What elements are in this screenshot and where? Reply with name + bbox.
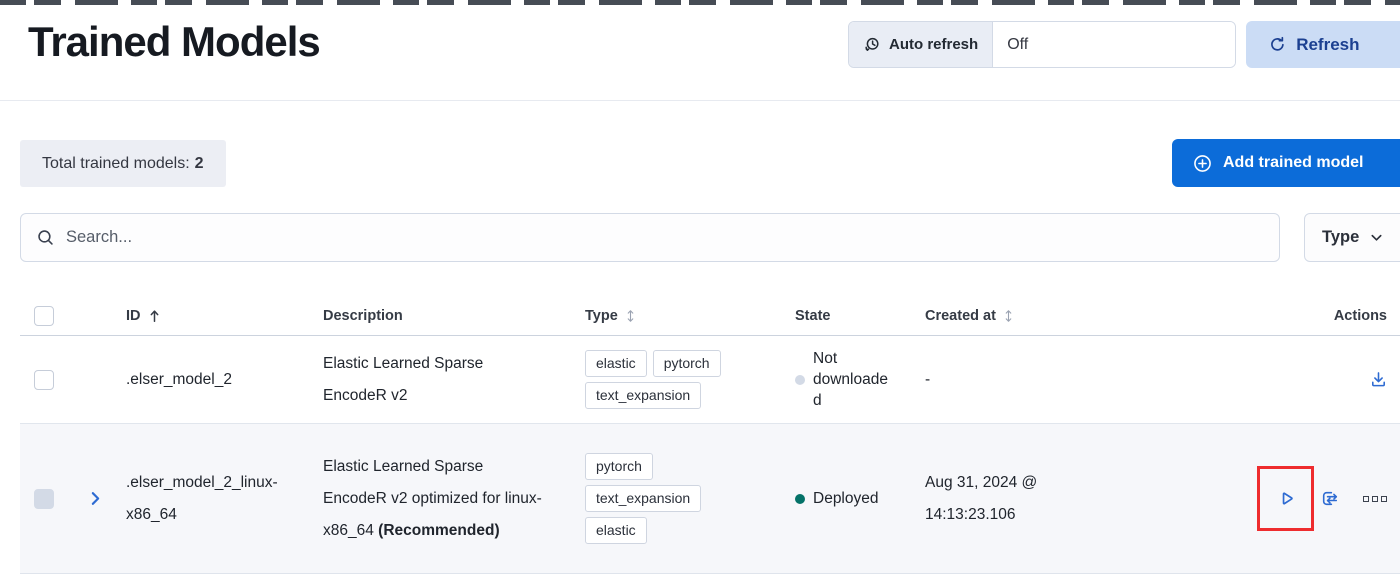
model-id: .elser_model_2 [108, 336, 315, 423]
sortable-icon [1003, 308, 1014, 324]
refresh-label: Refresh [1296, 35, 1359, 55]
trained-models-page: Trained Models Auto refresh [0, 0, 1400, 574]
total-models-value: 2 [195, 155, 204, 173]
auto-refresh-label: Auto refresh [889, 36, 978, 53]
column-header-type[interactable]: Type [577, 296, 787, 335]
model-state: Deployed [787, 424, 917, 573]
start-deployment-button[interactable] [1277, 490, 1295, 508]
type-tag: pytorch [653, 350, 721, 377]
auto-refresh-control[interactable]: Auto refresh [848, 21, 1236, 68]
expand-column-header [68, 296, 108, 335]
expand-row-button[interactable] [86, 490, 104, 508]
auto-refresh-value-input[interactable] [993, 22, 1235, 67]
model-type-tags: pytorch text_expansion elastic [577, 424, 787, 573]
type-tag: text_expansion [585, 485, 701, 512]
box-icon [1363, 496, 1369, 502]
all-actions-button[interactable] [1363, 496, 1387, 502]
plus-circle-icon [1192, 153, 1213, 174]
type-filter-button[interactable]: Type [1304, 213, 1400, 262]
model-description: Elastic Learned Sparse EncodeR v2 optimi… [315, 424, 577, 573]
model-description: Elastic Learned Sparse EncodeR v2 [315, 336, 577, 423]
table-row: .elser_model_2 Elastic Learned Sparse En… [20, 336, 1400, 424]
select-all-checkbox[interactable] [34, 306, 54, 326]
state-dot-icon [795, 375, 805, 385]
input-output-icon [1320, 489, 1339, 508]
model-id: .elser_model_2_linux-x86_64 [108, 424, 315, 573]
type-tag: text_expansion [585, 382, 701, 409]
model-created-at: - [917, 336, 1077, 423]
test-model-button[interactable] [1320, 490, 1338, 508]
play-icon [1277, 489, 1296, 508]
table-header-row: ID Description Type State [20, 296, 1400, 336]
clipped-text-strip [0, 0, 1400, 5]
add-trained-model-button[interactable]: Add trained model [1172, 139, 1400, 187]
column-header-id[interactable]: ID [108, 296, 315, 335]
add-trained-model-label: Add trained model [1223, 154, 1363, 172]
row-checkbox-disabled [34, 489, 54, 509]
column-header-state: State [787, 296, 917, 335]
download-model-button[interactable] [1369, 371, 1387, 389]
time-refresh-icon [863, 36, 881, 54]
refresh-icon [1268, 35, 1287, 54]
download-icon [1369, 370, 1388, 389]
sort-ascending-icon [148, 308, 161, 324]
column-header-description[interactable]: Description [315, 296, 577, 335]
refresh-button[interactable]: Refresh [1246, 21, 1400, 68]
chevron-down-icon [1369, 230, 1384, 245]
type-filter-label: Type [1322, 228, 1359, 247]
model-created-at: Aug 31, 2024 @ 14:13:23.106 [917, 424, 1077, 573]
column-header-actions: Actions [1077, 296, 1400, 335]
search-icon [36, 228, 55, 247]
trained-models-table: ID Description Type State [20, 296, 1400, 574]
auto-refresh-prepend[interactable]: Auto refresh [849, 22, 993, 67]
page-title: Trained Models [28, 18, 320, 66]
sortable-icon [625, 308, 636, 324]
chevron-right-icon [87, 490, 104, 507]
refresh-controls: Auto refresh Refresh [848, 21, 1400, 68]
header-divider [0, 100, 1400, 101]
column-header-created-at[interactable]: Created at [917, 296, 1077, 335]
type-tag: elastic [585, 350, 647, 377]
table-row: .elser_model_2_linux-x86_64 Elastic Lear… [20, 424, 1400, 574]
model-type-tags: elastic pytorch text_expansion [577, 336, 787, 423]
row-checkbox[interactable] [34, 370, 54, 390]
state-dot-icon [795, 494, 805, 504]
total-models-badge: Total trained models: 2 [20, 140, 226, 187]
search-box[interactable] [20, 213, 1280, 262]
type-tag: pytorch [585, 453, 653, 480]
model-state: Not downloaded [787, 336, 917, 423]
type-tag: elastic [585, 517, 647, 544]
box-icon [1381, 496, 1387, 502]
search-input[interactable] [66, 228, 1264, 247]
total-models-label: Total trained models: [42, 155, 190, 173]
box-icon [1372, 496, 1378, 502]
